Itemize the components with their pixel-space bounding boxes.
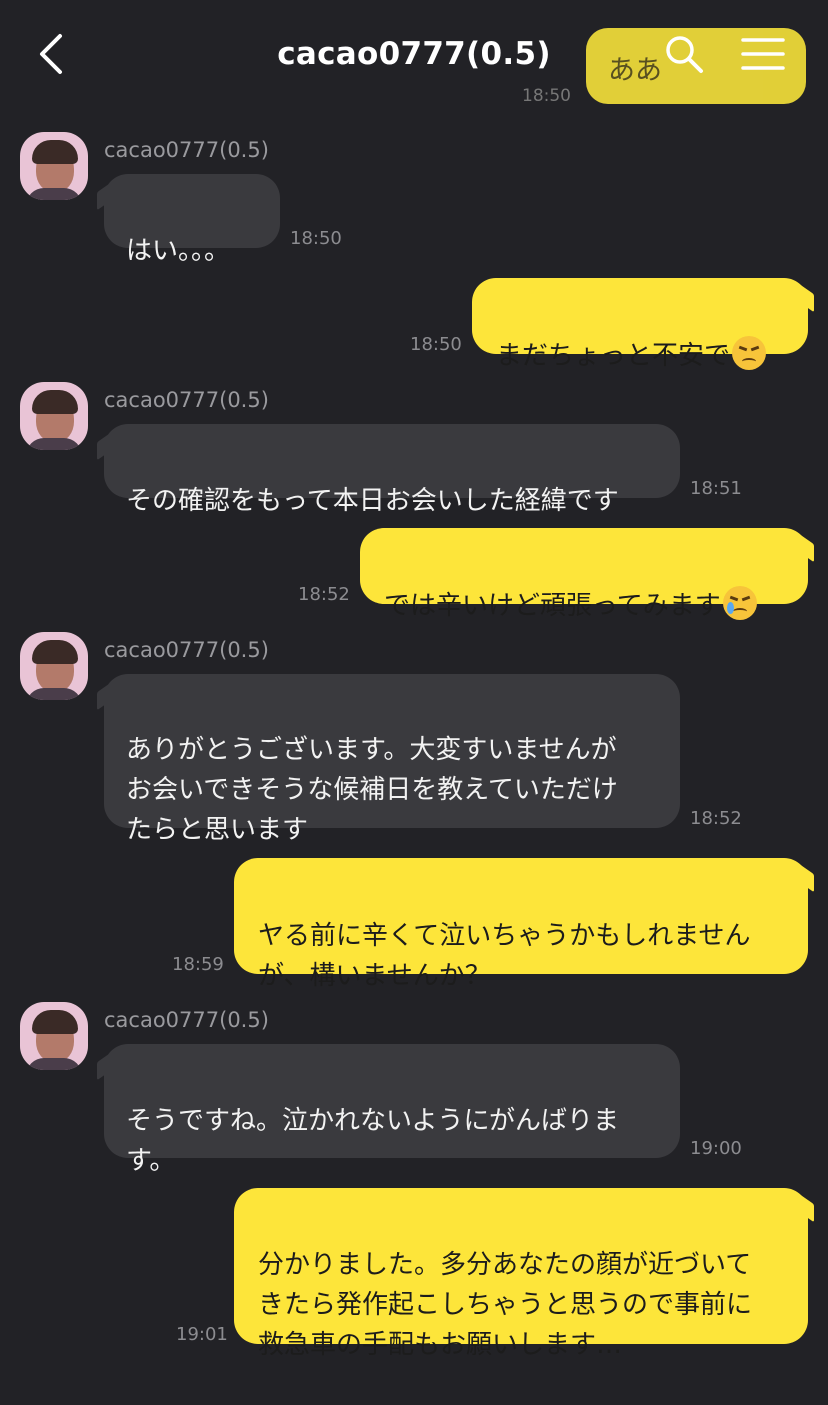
message-bubble-incoming[interactable]: はい。。。 <box>104 174 280 266</box>
message-time: 18:50 <box>290 228 342 249</box>
message-time: 18:51 <box>690 478 742 499</box>
message-text: そうですね。泣かれないようにがんばりま す。 <box>126 1106 619 1176</box>
message-time: 18:50 <box>410 334 462 355</box>
message-text: その確認をもって本日お会いした経緯です <box>126 486 619 516</box>
previous-message-time: 18:50 <box>522 86 571 106</box>
sender-name: cacao0777(0.5) <box>104 138 269 162</box>
avatar[interactable] <box>20 382 88 450</box>
sender-name: cacao0777(0.5) <box>104 638 269 662</box>
avatar[interactable] <box>20 1002 88 1070</box>
message-text: ありがとうございます。大変すいませんが お会いできそうな候補日を教えていただけ … <box>126 735 618 845</box>
hamburger-menu-icon[interactable] <box>740 36 786 72</box>
search-icon[interactable] <box>664 34 704 74</box>
message-time: 18:59 <box>172 954 224 975</box>
confounded-face-icon <box>732 336 767 370</box>
crying-face-icon <box>722 586 757 620</box>
message-text: ヤる前に辛くて泣いちゃうかもしれません が、構いませんか？ <box>258 921 751 991</box>
message-bubble-outgoing[interactable]: では辛いけど頑張ってみます <box>360 528 808 621</box>
message-bubble-incoming[interactable]: そうですね。泣かれないようにがんばりま す。 <box>104 1044 680 1176</box>
avatar[interactable] <box>20 632 88 700</box>
message-bubble-incoming[interactable]: その確認をもって本日お会いした経緯です <box>104 424 680 516</box>
message-text: 分かりました。多分あなたの顔が近づいて きたら発作起こしちゃうと思うので事前に … <box>258 1250 753 1360</box>
message-bubble-outgoing[interactable]: 分かりました。多分あなたの顔が近づいて きたら発作起こしちゃうと思うので事前に … <box>234 1188 808 1360</box>
message-time: 18:52 <box>690 808 742 829</box>
message-time: 19:01 <box>176 1324 228 1345</box>
chat-header: ああ 18:50 cacao0777(0.5) <box>0 0 828 110</box>
message-bubble-incoming[interactable]: ありがとうございます。大変すいませんが お会いできそうな候補日を教えていただけ … <box>104 674 680 845</box>
message-bubble-outgoing[interactable]: ヤる前に辛くて泣いちゃうかもしれません が、構いませんか？ <box>234 858 808 991</box>
sender-name: cacao0777(0.5) <box>104 1008 269 1032</box>
message-bubble-outgoing[interactable]: まだちょっと不安で <box>472 278 808 371</box>
message-time: 19:00 <box>690 1138 742 1159</box>
message-text: まだちょっと不安で <box>496 341 731 371</box>
message-time: 18:52 <box>298 584 350 605</box>
avatar[interactable] <box>20 132 88 200</box>
sender-name: cacao0777(0.5) <box>104 388 269 412</box>
message-text: はい。。。 <box>126 236 231 266</box>
message-text: では辛いけど頑張ってみます <box>384 591 721 621</box>
